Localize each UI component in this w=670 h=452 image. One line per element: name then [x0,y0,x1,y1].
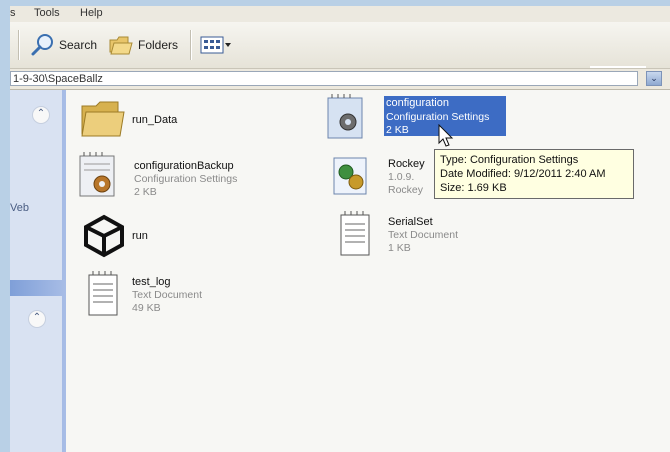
toolbar-separator [18,30,20,60]
file-type: Configuration Settings [386,111,490,123]
address-dropdown-button[interactable]: ⌄ [646,71,662,86]
views-dropdown-icon [225,43,231,47]
file-list-area: run_Data configuration Configuration Set… [66,90,670,452]
folders-label: Folders [138,38,179,52]
file-item-run[interactable]: run [82,214,222,260]
config-file-icon [79,152,115,197]
file-size: 2 KB [386,124,409,136]
file-type: 1.0.9. [388,171,415,183]
toolbar-highlight-line [590,66,646,68]
file-name: test_log [132,276,171,288]
views-icon [200,36,224,54]
file-type: Text Document [132,289,203,301]
file-size: 49 KB [132,302,161,314]
explorer-window: s Tools Help Search Folders 1-9-30\Space… [10,6,670,452]
search-label: Search [59,38,98,52]
address-field[interactable]: 1-9-30\SpaceBallz [10,71,638,86]
file-name: configurationBackup [134,160,234,172]
folder-icon [81,101,125,137]
text-file-icon [88,271,118,316]
menu-item-tools[interactable]: Tools [34,6,60,20]
unity-icon [84,214,124,258]
menu-item-file[interactable]: s [10,6,16,20]
folders-button[interactable]: Folders [108,32,178,58]
task-group-top: ⌃ Veb [10,90,62,280]
views-button[interactable] [200,32,232,58]
file-type: Configuration Settings [134,173,238,185]
file-type: Text Document [388,229,459,241]
file-name: run_Data [132,114,178,126]
search-icon [31,34,53,56]
collapse-icon[interactable]: ⌃ [28,310,46,328]
file-item-rockey[interactable]: Rockey 1.0.9. Rockey [328,152,428,202]
chevron-down-icon: ⌄ [650,73,658,83]
other-places-web-label[interactable]: Veb [10,202,29,214]
file-name: run [132,230,148,242]
toolbar-separator [190,30,192,60]
file-size: 2 KB [134,186,157,198]
search-button[interactable]: Search [30,32,97,58]
task-pane: ⌃ Veb ⌃ [10,90,66,452]
address-bar: 1-9-30\SpaceBallz ⌄ [10,69,670,90]
file-name: configuration [386,97,449,109]
tooltip-type: Type: Configuration Settings [440,154,579,166]
file-name: Rockey [388,158,425,170]
task-group-bottom: ⌃ [10,296,62,452]
toolbar: Search Folders [10,22,670,69]
file-size: 1 KB [388,242,411,254]
collapse-icon[interactable]: ⌃ [32,106,50,124]
file-item-serialset[interactable]: SerialSet Text Document 1 KB [336,210,536,260]
mouse-cursor-icon [438,124,454,147]
file-info-tooltip: Type: Configuration Settings Date Modifi… [434,149,634,199]
file-item-run-data[interactable]: run_Data [78,98,258,144]
folders-icon [109,36,133,55]
menu-bar: s Tools Help [10,6,670,22]
file-item-configuration-backup[interactable]: configurationBackup Configuration Settin… [74,152,314,202]
tooltip-date-modified: Date Modified: 9/12/2011 2:40 AM [440,168,606,180]
text-file-icon [340,211,370,256]
config-file-icon [327,94,363,139]
file-size: Rockey [388,184,424,196]
gear-app-icon [333,157,367,195]
file-item-test-log[interactable]: test_log Text Document 49 KB [84,270,284,320]
tooltip-size: Size: 1.69 KB [440,182,507,194]
menu-item-help[interactable]: Help [80,6,103,20]
file-name: SerialSet [388,216,433,228]
